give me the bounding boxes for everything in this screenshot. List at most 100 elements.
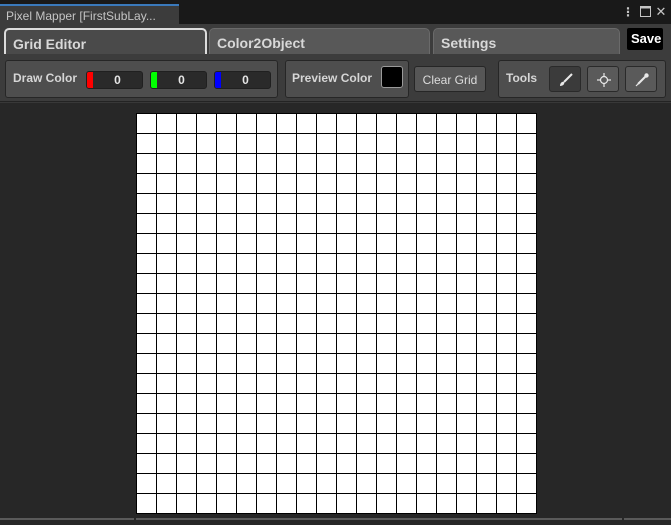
grid-cell[interactable] [517,294,536,313]
grid-cell[interactable] [437,414,456,433]
grid-cell[interactable] [497,174,516,193]
grid-cell[interactable] [497,134,516,153]
grid-cell[interactable] [357,194,376,213]
grid-cell[interactable] [197,454,216,473]
grid-cell[interactable] [297,174,316,193]
grid-cell[interactable] [317,414,336,433]
grid-cell[interactable] [377,494,396,513]
grid-cell[interactable] [317,474,336,493]
grid-cell[interactable] [237,474,256,493]
grid-cell[interactable] [277,214,296,233]
grid-cell[interactable] [197,314,216,333]
grid-cell[interactable] [337,154,356,173]
grid-cell[interactable] [277,154,296,173]
grid-cell[interactable] [457,354,476,373]
grid-cell[interactable] [297,354,316,373]
grid-cell[interactable] [497,254,516,273]
grid-cell[interactable] [437,274,456,293]
grid-cell[interactable] [297,454,316,473]
grid-cell[interactable] [497,434,516,453]
grid-cell[interactable] [357,354,376,373]
grid-cell[interactable] [177,294,196,313]
grid-cell[interactable] [297,114,316,133]
grid-cell[interactable] [357,174,376,193]
grid-cell[interactable] [357,394,376,413]
grid-cell[interactable] [317,454,336,473]
grid-cell[interactable] [317,434,336,453]
grid-cell[interactable] [217,434,236,453]
grid-cell[interactable] [417,414,436,433]
grid-cell[interactable] [277,294,296,313]
grid-cell[interactable] [217,154,236,173]
grid-cell[interactable] [317,234,336,253]
grid-cell[interactable] [457,454,476,473]
grid-cell[interactable] [237,414,256,433]
grid-cell[interactable] [437,234,456,253]
grid-cell[interactable] [397,254,416,273]
grid-cell[interactable] [237,394,256,413]
grid-cell[interactable] [157,474,176,493]
grid-cell[interactable] [497,154,516,173]
grid-cell[interactable] [277,454,296,473]
grid-cell[interactable] [517,154,536,173]
grid-cell[interactable] [297,154,316,173]
grid-cell[interactable] [297,494,316,513]
grid-cell[interactable] [337,294,356,313]
grid-cell[interactable] [457,294,476,313]
grid-cell[interactable] [477,194,496,213]
grid-cell[interactable] [437,154,456,173]
grid-cell[interactable] [157,494,176,513]
grid-cell[interactable] [197,354,216,373]
grid-cell[interactable] [517,234,536,253]
grid-cell[interactable] [177,114,196,133]
grid-cell[interactable] [377,154,396,173]
grid-cell[interactable] [277,134,296,153]
grid-cell[interactable] [417,294,436,313]
grid-cell[interactable] [317,154,336,173]
grid-cell[interactable] [297,414,316,433]
grid-cell[interactable] [477,174,496,193]
grid-cell[interactable] [157,274,176,293]
grid-cell[interactable] [257,294,276,313]
grid-cell[interactable] [497,394,516,413]
grid-cell[interactable] [317,494,336,513]
grid-cell[interactable] [257,374,276,393]
grid-cell[interactable] [357,474,376,493]
grid-cell[interactable] [237,494,256,513]
grid-cell[interactable] [237,214,256,233]
window-title-tab[interactable]: Pixel Mapper [FirstSubLay... [0,4,179,25]
grid-cell[interactable] [397,114,416,133]
grid-cell[interactable] [417,174,436,193]
grid-cell[interactable] [437,194,456,213]
close-icon[interactable]: ✕ [655,5,667,18]
grid-cell[interactable] [497,334,516,353]
grid-cell[interactable] [517,334,536,353]
grid-cell[interactable] [437,474,456,493]
grid-cell[interactable] [177,474,196,493]
grid-cell[interactable] [277,174,296,193]
grid-cell[interactable] [437,454,456,473]
grid-cell[interactable] [137,414,156,433]
grid-cell[interactable] [157,314,176,333]
grid-cell[interactable] [137,434,156,453]
grid-cell[interactable] [297,474,316,493]
tab-settings[interactable]: Settings [433,28,620,54]
grid-cell[interactable] [137,254,156,273]
grid-cell[interactable] [137,194,156,213]
grid-cell[interactable] [437,214,456,233]
grid-cell[interactable] [357,274,376,293]
grid-cell[interactable] [437,114,456,133]
tab-color2object[interactable]: Color2Object [209,28,430,54]
grid-cell[interactable] [517,474,536,493]
grid-cell[interactable] [457,274,476,293]
grid-cell[interactable] [457,474,476,493]
grid-cell[interactable] [177,154,196,173]
grid-cell[interactable] [497,354,516,373]
grid-cell[interactable] [397,354,416,373]
grid-cell[interactable] [277,414,296,433]
grid-cell[interactable] [457,494,476,513]
grid-cell[interactable] [377,354,396,373]
grid-cell[interactable] [137,314,156,333]
grid-cell[interactable] [297,294,316,313]
grid-cell[interactable] [137,134,156,153]
